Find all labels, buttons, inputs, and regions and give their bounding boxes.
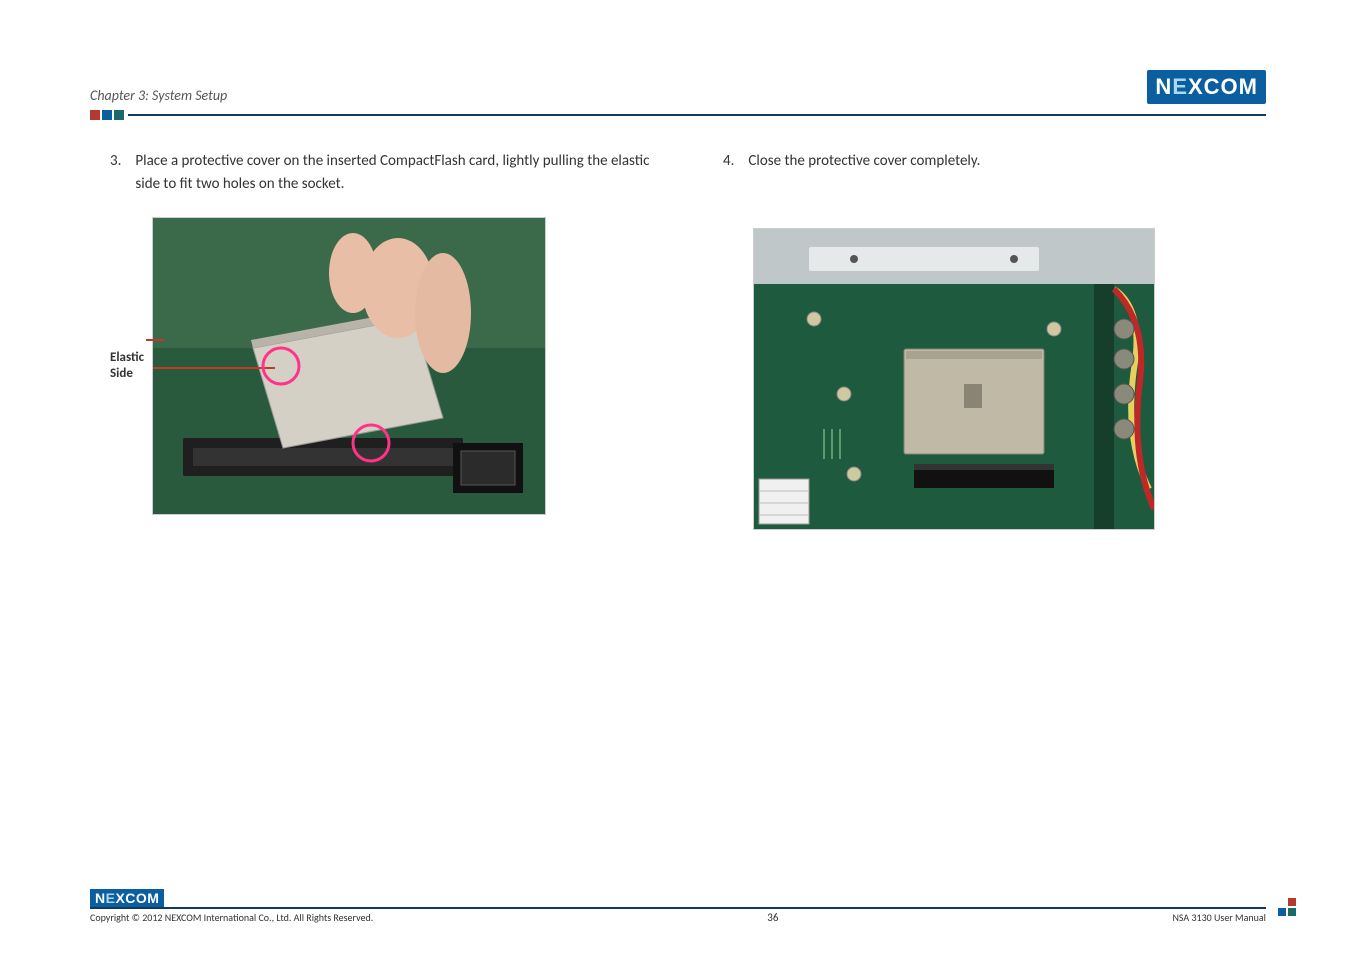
brand-logo-bottom: NEXCOM (90, 889, 164, 907)
right-column: 4. Close the protective cover completely… (723, 150, 1266, 530)
content-columns: 3. Place a protective cover on the inser… (90, 150, 1266, 530)
page-number: 36 (767, 911, 778, 924)
footer-row: Copyright © 2012 NEXCOM International Co… (90, 911, 1266, 924)
copyright-text: Copyright © 2012 NEXCOM International Co… (90, 911, 373, 924)
step-4-text: Close the protective cover completely. (748, 150, 980, 173)
header: Chapter 3: System Setup NEXCOM (90, 70, 1266, 104)
figure-1-image (152, 217, 546, 515)
document-name: NSA 3130 User Manual (1172, 911, 1266, 924)
figure-2-wrap (753, 228, 1266, 530)
document-page: Chapter 3: System Setup NEXCOM 3. Place … (0, 0, 1356, 954)
step-4: 4. Close the protective cover completely… (723, 150, 1266, 173)
color-squares-icon (90, 110, 124, 120)
chapter-label: Chapter 3: System Setup (90, 87, 227, 104)
header-rule (90, 110, 1266, 120)
corner-squares-icon (1278, 898, 1298, 918)
footer: NEXCOM Copyright © 2012 NEXCOM Internati… (90, 889, 1266, 924)
figure-1-annotation: Elastic Side (110, 335, 144, 397)
step-3: 3. Place a protective cover on the inser… (110, 150, 653, 195)
step-3-text: Place a protective cover on the inserted… (135, 150, 653, 195)
step-3-number: 3. (110, 150, 121, 195)
figure-2-image (753, 228, 1155, 530)
brand-logo-top: NEXCOM (1147, 70, 1266, 104)
left-column: 3. Place a protective cover on the inser… (110, 150, 653, 530)
footer-rule (90, 907, 1266, 909)
figure-1-wrap: Elastic Side (110, 217, 653, 515)
step-4-number: 4. (723, 150, 734, 173)
